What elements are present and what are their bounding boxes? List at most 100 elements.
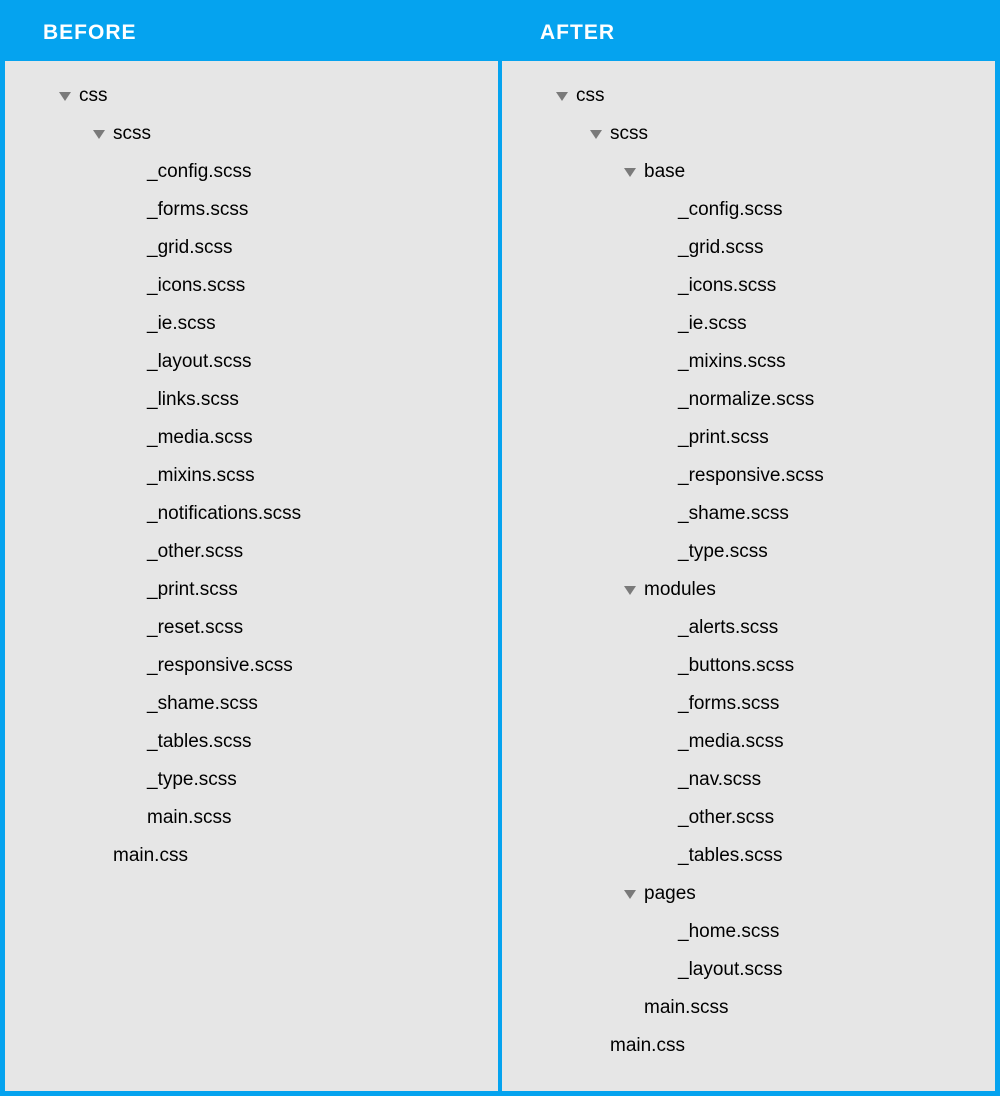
file-label: _tables.scss <box>678 845 783 867</box>
file-label: _print.scss <box>147 579 238 601</box>
disclosure-triangle-icon[interactable] <box>624 890 636 899</box>
folder-label: pages <box>644 883 696 905</box>
tree-row[interactable]: _nav.scss <box>522 761 975 799</box>
tree-row[interactable]: main.css <box>522 1027 975 1065</box>
disclosure-triangle-icon[interactable] <box>624 168 636 177</box>
before-panel: BEFORE css scss _config.scss _forms.scss… <box>5 5 500 1091</box>
tree-row[interactable]: _grid.scss <box>522 229 975 267</box>
file-label: _icons.scss <box>678 275 776 297</box>
folder-label: css <box>79 85 108 107</box>
folder-label: base <box>644 161 685 183</box>
tree-row[interactable]: _home.scss <box>522 913 975 951</box>
tree-row[interactable]: _print.scss <box>25 571 478 609</box>
tree-row[interactable]: scss <box>25 115 478 153</box>
tree-row[interactable]: _icons.scss <box>25 267 478 305</box>
tree-row[interactable]: _icons.scss <box>522 267 975 305</box>
file-label: _buttons.scss <box>678 655 794 677</box>
file-label: _notifications.scss <box>147 503 301 525</box>
file-label: _forms.scss <box>678 693 779 715</box>
file-label: _shame.scss <box>147 693 258 715</box>
file-label: _shame.scss <box>678 503 789 525</box>
tree-row[interactable]: _layout.scss <box>522 951 975 989</box>
file-label: _mixins.scss <box>147 465 255 487</box>
tree-row[interactable]: base <box>522 153 975 191</box>
tree-row[interactable]: css <box>25 77 478 115</box>
tree-row[interactable]: main.scss <box>25 799 478 837</box>
file-label: _grid.scss <box>147 237 233 259</box>
folder-label: modules <box>644 579 716 601</box>
file-label: _normalize.scss <box>678 389 814 411</box>
tree-row[interactable]: _shame.scss <box>25 685 478 723</box>
file-label: _layout.scss <box>147 351 252 373</box>
tree-row[interactable]: scss <box>522 115 975 153</box>
file-label: _tables.scss <box>147 731 252 753</box>
tree-row[interactable]: _print.scss <box>522 419 975 457</box>
disclosure-triangle-icon[interactable] <box>556 92 568 101</box>
tree-row[interactable]: _type.scss <box>522 533 975 571</box>
file-label: _grid.scss <box>678 237 764 259</box>
folder-label: scss <box>113 123 151 145</box>
tree-row[interactable]: _ie.scss <box>25 305 478 343</box>
tree-row[interactable]: _type.scss <box>25 761 478 799</box>
before-header: BEFORE <box>5 5 498 61</box>
tree-row[interactable]: pages <box>522 875 975 913</box>
disclosure-triangle-icon[interactable] <box>93 130 105 139</box>
tree-row[interactable]: _layout.scss <box>25 343 478 381</box>
tree-row[interactable]: _buttons.scss <box>522 647 975 685</box>
file-label: _other.scss <box>678 807 774 829</box>
file-label: _config.scss <box>147 161 252 183</box>
file-label: _other.scss <box>147 541 243 563</box>
disclosure-triangle-icon[interactable] <box>590 130 602 139</box>
tree-row[interactable]: _alerts.scss <box>522 609 975 647</box>
tree-row[interactable]: css <box>522 77 975 115</box>
tree-row[interactable]: _notifications.scss <box>25 495 478 533</box>
tree-row[interactable]: _ie.scss <box>522 305 975 343</box>
file-label: _ie.scss <box>147 313 216 335</box>
tree-row[interactable]: _other.scss <box>522 799 975 837</box>
file-label: main.scss <box>147 807 231 829</box>
file-label: _icons.scss <box>147 275 245 297</box>
tree-row[interactable]: _mixins.scss <box>522 343 975 381</box>
tree-row[interactable]: _config.scss <box>25 153 478 191</box>
tree-row[interactable]: _grid.scss <box>25 229 478 267</box>
folder-label: scss <box>610 123 648 145</box>
tree-row[interactable]: _config.scss <box>522 191 975 229</box>
disclosure-triangle-icon[interactable] <box>59 92 71 101</box>
folder-label: css <box>576 85 605 107</box>
tree-row[interactable]: _responsive.scss <box>25 647 478 685</box>
file-label: _layout.scss <box>678 959 783 981</box>
after-header: AFTER <box>502 5 995 61</box>
tree-row[interactable]: _other.scss <box>25 533 478 571</box>
file-label: _print.scss <box>678 427 769 449</box>
tree-row[interactable]: modules <box>522 571 975 609</box>
tree-row[interactable]: _forms.scss <box>25 191 478 229</box>
file-label: _links.scss <box>147 389 239 411</box>
file-label: _responsive.scss <box>678 465 824 487</box>
comparison-container: BEFORE css scss _config.scss _forms.scss… <box>0 0 1000 1096</box>
tree-row[interactable]: main.scss <box>522 989 975 1027</box>
file-label: _forms.scss <box>147 199 248 221</box>
file-label: _media.scss <box>678 731 784 753</box>
file-label: main.css <box>113 845 188 867</box>
tree-row[interactable]: _tables.scss <box>25 723 478 761</box>
file-label: _type.scss <box>147 769 237 791</box>
tree-row[interactable]: _media.scss <box>522 723 975 761</box>
disclosure-triangle-icon[interactable] <box>624 586 636 595</box>
tree-row[interactable]: _reset.scss <box>25 609 478 647</box>
tree-row[interactable]: _tables.scss <box>522 837 975 875</box>
tree-row[interactable]: _mixins.scss <box>25 457 478 495</box>
after-tree: css scss base _config.scss _grid.scss _i… <box>502 61 995 1091</box>
file-label: _ie.scss <box>678 313 747 335</box>
tree-row[interactable]: _media.scss <box>25 419 478 457</box>
tree-row[interactable]: _links.scss <box>25 381 478 419</box>
tree-row[interactable]: _forms.scss <box>522 685 975 723</box>
tree-row[interactable]: main.css <box>25 837 478 875</box>
file-label: _media.scss <box>147 427 253 449</box>
file-label: _mixins.scss <box>678 351 786 373</box>
tree-row[interactable]: _normalize.scss <box>522 381 975 419</box>
tree-row[interactable]: _responsive.scss <box>522 457 975 495</box>
file-label: main.css <box>610 1035 685 1057</box>
tree-row[interactable]: _shame.scss <box>522 495 975 533</box>
file-label: _config.scss <box>678 199 783 221</box>
file-label: _type.scss <box>678 541 768 563</box>
